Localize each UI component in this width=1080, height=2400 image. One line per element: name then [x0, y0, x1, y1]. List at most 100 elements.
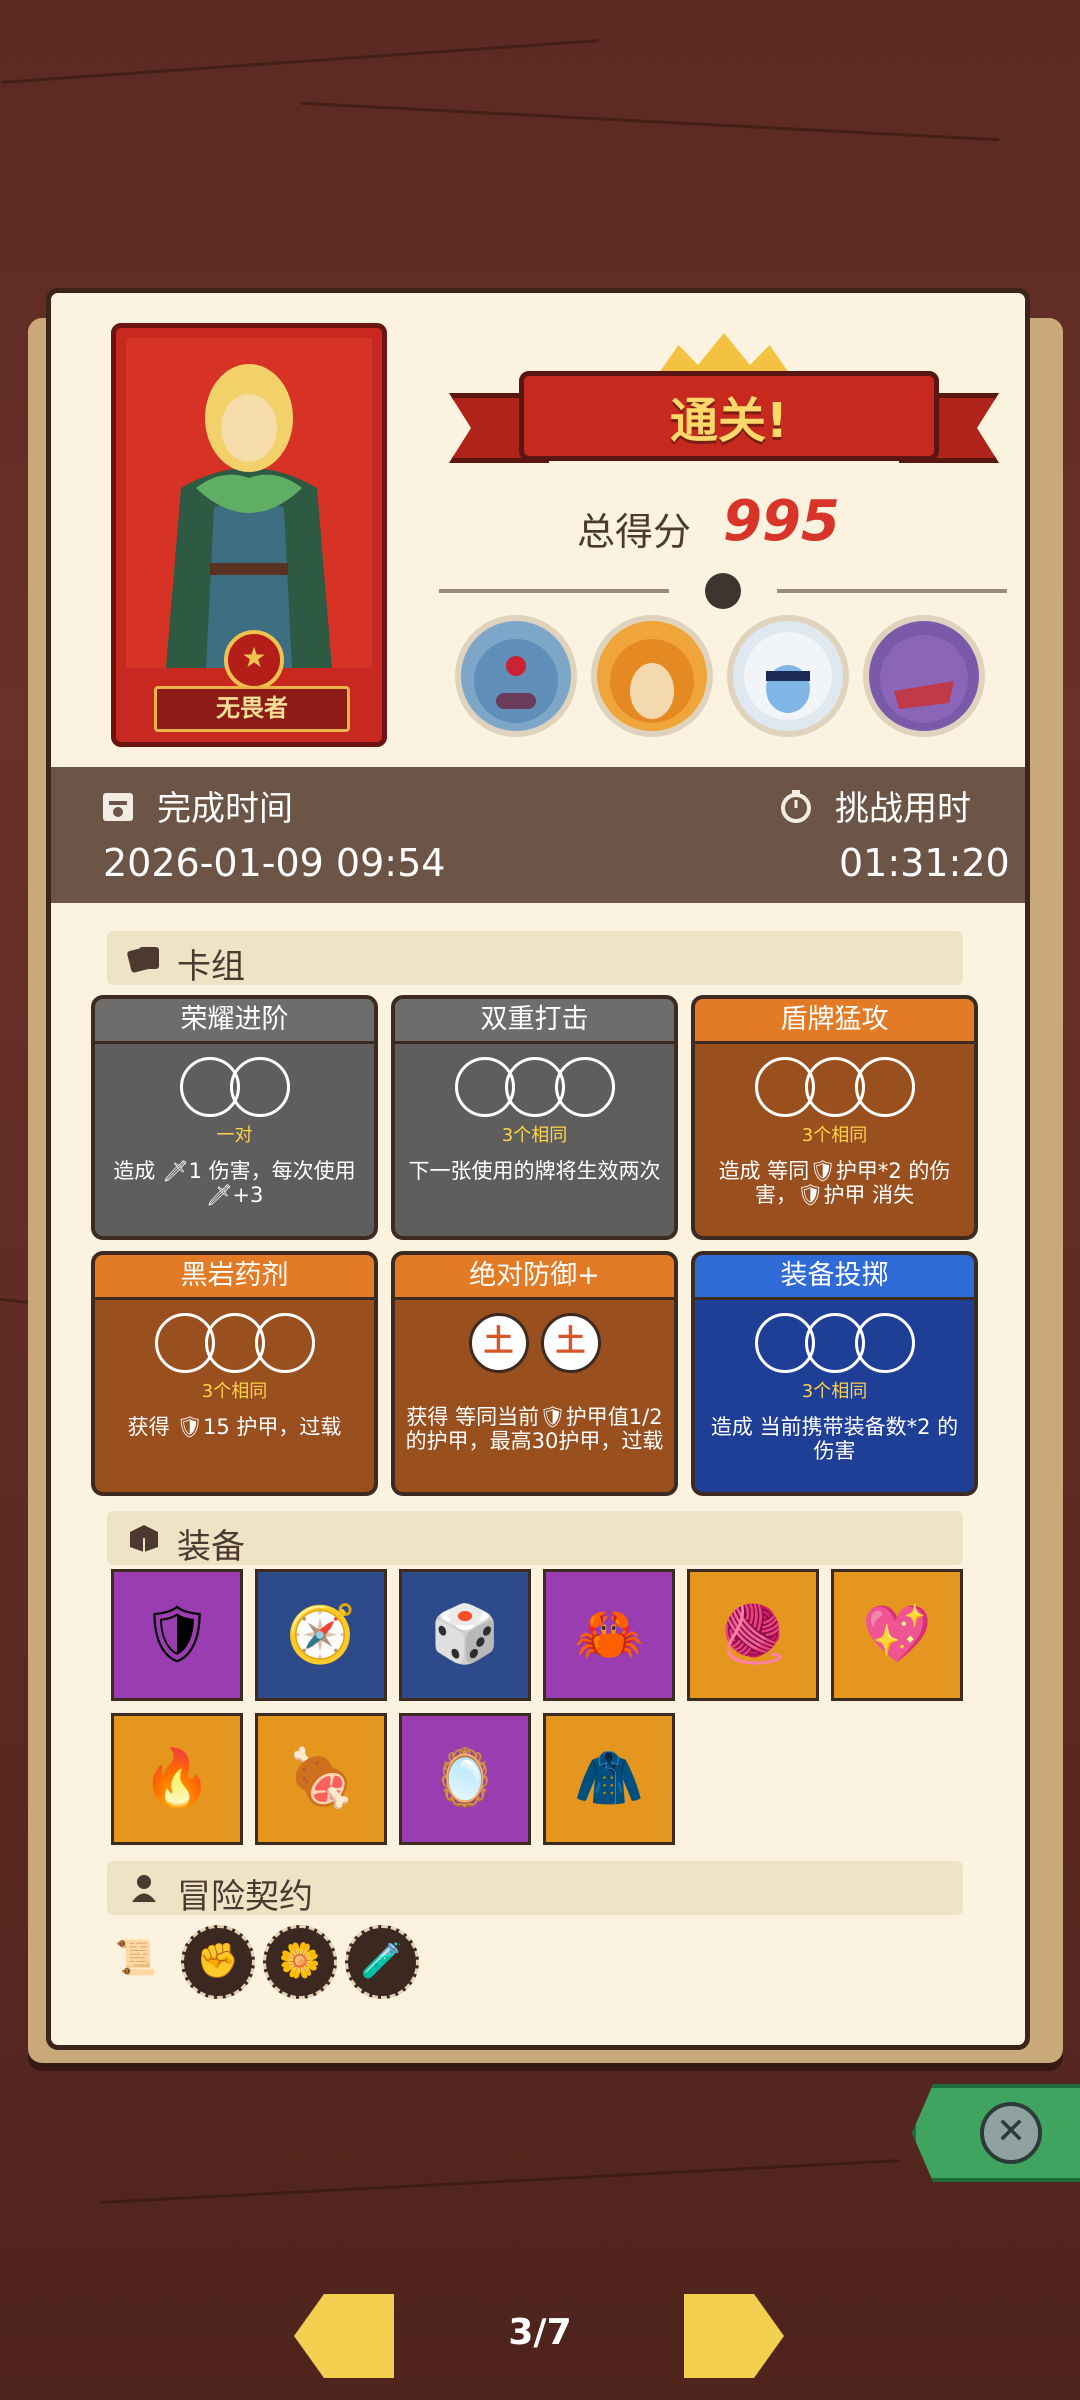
contract-badge[interactable]: 📜 [99, 1925, 173, 1999]
clear-banner: 通关! [449, 333, 999, 473]
card-slot-icon: 土 [468, 1313, 529, 1373]
skill-card[interactable]: 绝对防御+ 土土获得 等同当前🛡护甲值1/2的护甲，最高30护甲，过载 [391, 1251, 678, 1496]
next-page-button[interactable] [684, 2294, 784, 2378]
hero-portrait [126, 338, 372, 668]
skill-card-title: 双重打击 [395, 999, 674, 1044]
crown-icon [659, 333, 789, 373]
card-slots [95, 1313, 374, 1373]
skill-card[interactable]: 黑岩药剂 3个相同获得 🛡15 护甲，过载 [91, 1251, 378, 1496]
equipment-slot[interactable]: 🎲 [399, 1569, 531, 1701]
cards-icon [127, 943, 161, 973]
pink-dice-icon: 🎲 [430, 1602, 500, 1667]
skill-card-title: 盾牌猛攻 [695, 999, 974, 1044]
skill-card-title: 装备投掷 [695, 1255, 974, 1300]
skill-card-condition: 3个相同 [201, 1381, 268, 1402]
contract-section-header: 冒险契约 [107, 1861, 963, 1917]
score-label: 总得分 [577, 510, 692, 554]
contract-badge[interactable]: ✊ [181, 1925, 255, 1999]
sweater-icon: 🧶 [718, 1602, 788, 1667]
fire-spirit-icon: 🔥 [142, 1746, 212, 1811]
close-button[interactable]: ✕ [912, 2084, 1080, 2182]
contract-title: 冒险契约 [177, 1877, 313, 1917]
fist-badge-icon: ✊ [196, 1941, 240, 1981]
card-slots [695, 1057, 974, 1117]
skill-card-description: 造成 等同🛡护甲*2 的伤害，🛡护甲 消失 [718, 1159, 951, 1207]
card-slots [395, 1057, 674, 1117]
card-slot-icon [254, 1313, 315, 1373]
skill-card-description: 获得 🛡15 护甲，过载 [127, 1415, 342, 1439]
equipment-slot[interactable]: 🦀 [543, 1569, 675, 1701]
compass-armor-icon: 🧭 [286, 1602, 356, 1667]
star-medal-icon: ★ [224, 630, 284, 690]
info-bar: 完成时间 2026-01-09 09:54 挑战用时 01:31:20 [51, 767, 1025, 903]
equipment-slot[interactable]: 🧶 [687, 1569, 819, 1701]
crab-amulet-icon: 🦀 [574, 1602, 644, 1667]
challenge-time-value: 01:31:20 [839, 841, 1010, 885]
finish-time-label: 完成时间 [157, 789, 293, 829]
skill-card-title: 荣耀进阶 [95, 999, 374, 1044]
equipment-slot[interactable]: 🪞 [399, 1713, 531, 1845]
skill-card[interactable]: 双重打击 3个相同下一张使用的牌将生效两次 [391, 995, 678, 1240]
person-icon [127, 1873, 161, 1903]
skill-card-description: 下一张使用的牌将生效两次 [408, 1159, 661, 1183]
card-slot-icon [229, 1057, 290, 1117]
skill-card-condition: 3个相同 [801, 1125, 868, 1146]
score-value: 995 [723, 489, 840, 554]
deck-title: 卡组 [177, 947, 245, 987]
card-slot-icon: 土 [540, 1313, 601, 1373]
potion-bottle-icon: 🧪 [360, 1941, 404, 1981]
skill-card-description: 获得 等同当前🛡护甲值1/2的护甲，最高30护甲，过载 [405, 1405, 664, 1453]
skill-card[interactable]: 装备投掷 3个相同造成 当前携带装备数*2 的伤害 [691, 1251, 978, 1496]
skill-card-description: 造成 当前携带装备数*2 的伤害 [710, 1415, 959, 1463]
contract-badge[interactable]: 🧪 [345, 1925, 419, 1999]
lion-shield-icon: 🛡 [141, 1602, 213, 1667]
clear-title: 通关! [670, 393, 788, 449]
card-slot-icon [854, 1057, 915, 1117]
contract-badge[interactable]: 🌼 [263, 1925, 337, 1999]
skull-icon [705, 573, 741, 609]
scroll-icon: 📜 [114, 1938, 158, 1978]
equipment-slot[interactable]: 💖 [831, 1569, 963, 1701]
equipment-slot[interactable]: 🔥 [111, 1713, 243, 1845]
close-icon[interactable]: ✕ [980, 2102, 1042, 2164]
heart-icon: 💖 [862, 1602, 932, 1667]
skill-card-condition: 3个相同 [801, 1381, 868, 1402]
equipment-slot[interactable]: 🧭 [255, 1569, 387, 1701]
equipment-slot[interactable]: 🧥 [543, 1713, 675, 1845]
boss-portrait-4 [863, 615, 985, 737]
finish-time-value: 2026-01-09 09:54 [103, 841, 446, 885]
boss-portrait-2 [591, 615, 713, 737]
hero-name: 无畏者 [154, 686, 350, 732]
deck-section-header: 卡组 [107, 931, 963, 987]
prev-page-button[interactable] [294, 2294, 394, 2378]
skill-card[interactable]: 盾牌猛攻 3个相同造成 等同🛡护甲*2 的伤害，🛡护甲 消失 [691, 995, 978, 1240]
skill-card-condition: 3个相同 [501, 1125, 568, 1146]
card-slot-icon [554, 1057, 615, 1117]
challenge-time-label: 挑战用时 [835, 789, 971, 829]
magic-mirror-icon: 🪞 [430, 1746, 500, 1811]
card-slot-icon [854, 1313, 915, 1373]
card-slots [95, 1057, 374, 1117]
meat-plate-icon: 🍖 [286, 1746, 356, 1811]
result-panel: ★ 无畏者 通关! 总得分 995 完成时间 2026-01-09 09:54 … [46, 288, 1030, 2050]
divider-right [777, 589, 1007, 593]
boss-portrait-1 [455, 615, 577, 737]
card-slots: 土土 [395, 1313, 674, 1373]
skill-card-description: 造成 🗡1 伤害，每次使用🗡+3 [113, 1159, 356, 1207]
skill-card[interactable]: 荣耀进阶一对造成 🗡1 伤害，每次使用🗡+3 [91, 995, 378, 1240]
equipment-section-header: 装备 [107, 1511, 963, 1567]
black-cloak-icon: 🧥 [574, 1746, 644, 1811]
equipment-slot[interactable]: 🍖 [255, 1713, 387, 1845]
card-slots [695, 1313, 974, 1373]
box-icon [127, 1523, 161, 1553]
skill-card-condition: 一对 [216, 1125, 253, 1146]
equipment-title: 装备 [177, 1527, 245, 1567]
flower-pot-icon: 🌼 [278, 1941, 322, 1981]
equipment-slot[interactable]: 🛡 [111, 1569, 243, 1701]
stopwatch-icon [779, 789, 813, 823]
skill-card-title: 黑岩药剂 [95, 1255, 374, 1300]
hero-card: ★ 无畏者 [111, 323, 387, 747]
divider-left [439, 589, 669, 593]
boss-portrait-3 [727, 615, 849, 737]
page-indicator: 3/7 [508, 2312, 572, 2353]
